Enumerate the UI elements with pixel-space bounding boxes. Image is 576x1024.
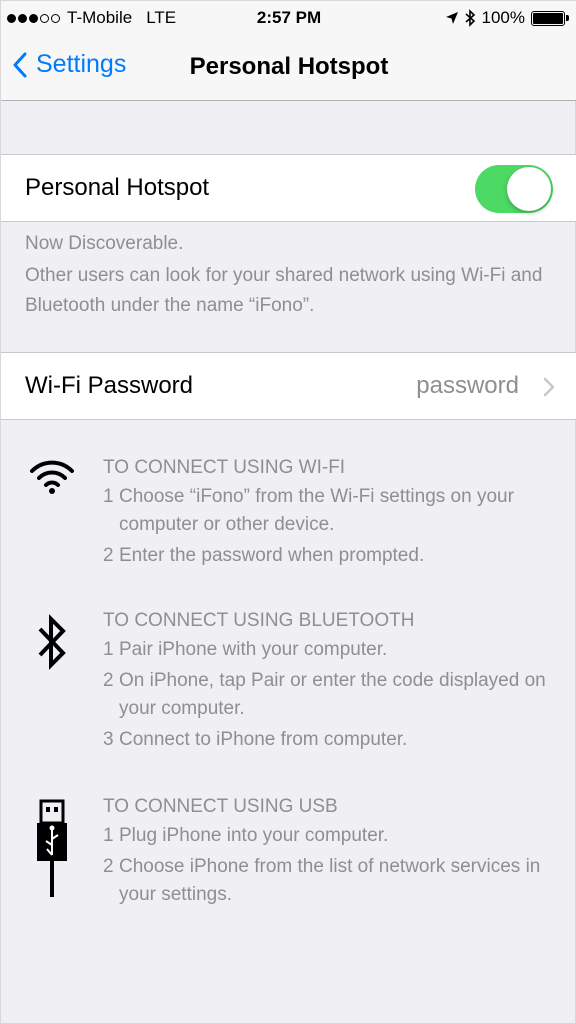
bluetooth-icon <box>38 614 66 670</box>
step-text: Enter the password when prompted. <box>119 545 425 566</box>
usb-heading: TO CONNECT USING USB <box>103 796 338 817</box>
wifi-heading: TO CONNECT USING WI-FI <box>103 457 346 478</box>
step-text: Plug iPhone into your computer. <box>119 825 389 846</box>
step-number: 2 <box>103 545 114 566</box>
navigation-bar: Settings Personal Hotspot <box>1 35 576 101</box>
bluetooth-step: 1 Pair iPhone with your computer. <box>103 636 571 664</box>
bluetooth-heading: TO CONNECT USING BLUETOOTH <box>103 610 415 631</box>
screen: { "status_bar": { "carrier": "T-Mobile",… <box>0 0 576 1024</box>
step-number: 1 <box>103 825 114 846</box>
toggle-knob <box>507 167 551 211</box>
wifi-instructions-text: TO CONNECT USING WI-FI 1 Choose “iFono” … <box>103 452 571 573</box>
hotspot-status-text: Now Discoverable. <box>25 233 184 254</box>
wifi-password-row[interactable]: Wi-Fi Password password <box>1 352 576 420</box>
step-number: 1 <box>103 486 114 507</box>
page-title: Personal Hotspot <box>189 53 389 80</box>
step-text: On iPhone, tap Pair or enter the code di… <box>119 670 546 719</box>
step-number: 1 <box>103 639 114 660</box>
bluetooth-step: 3 Connect to iPhone from computer. <box>103 726 571 754</box>
wifi-password-value: password <box>416 372 519 399</box>
battery-icon <box>531 10 565 26</box>
usb-step: 2 Choose iPhone from the list of network… <box>103 853 571 909</box>
chevron-right-icon <box>543 377 555 397</box>
step-text: Pair iPhone with your computer. <box>119 639 388 660</box>
wifi-password-label: Wi-Fi Password <box>25 372 194 399</box>
step-number: 3 <box>103 729 114 750</box>
usb-step: 1 Plug iPhone into your computer. <box>103 822 571 850</box>
bluetooth-step: 2 On iPhone, tap Pair or enter the code … <box>103 667 571 723</box>
step-number: 2 <box>103 670 114 691</box>
step-text: Connect to iPhone from computer. <box>119 729 408 750</box>
status-bar-right: 100% <box>445 8 569 28</box>
battery-percent: 100% <box>481 8 525 27</box>
wifi-icon <box>30 460 74 494</box>
wifi-step: 1 Choose “iFono” from the Wi-Fi settings… <box>103 483 571 539</box>
wifi-step: 2 Enter the password when prompted. <box>103 542 571 570</box>
personal-hotspot-label: Personal Hotspot <box>25 174 210 201</box>
step-text: Choose “iFono” from the Wi-Fi settings o… <box>119 486 514 535</box>
personal-hotspot-row: Personal Hotspot <box>1 154 576 222</box>
status-bar: T-Mobile LTE 2:57 PM 100% <box>1 1 576 35</box>
hotspot-description: Other users can look for your shared net… <box>25 265 543 316</box>
battery-cap <box>566 15 569 21</box>
bluetooth-instructions-text: TO CONNECT USING BLUETOOTH 1 Pair iPhone… <box>103 605 571 757</box>
usb-icon <box>37 799 67 897</box>
step-number: 2 <box>103 856 114 877</box>
usb-instructions-text: TO CONNECT USING USB 1 Plug iPhone into … <box>103 791 571 912</box>
location-arrow-icon <box>445 12 458 24</box>
step-text: Choose iPhone from the list of network s… <box>119 856 541 905</box>
personal-hotspot-toggle[interactable] <box>475 165 553 213</box>
bluetooth-status-icon <box>464 9 475 27</box>
